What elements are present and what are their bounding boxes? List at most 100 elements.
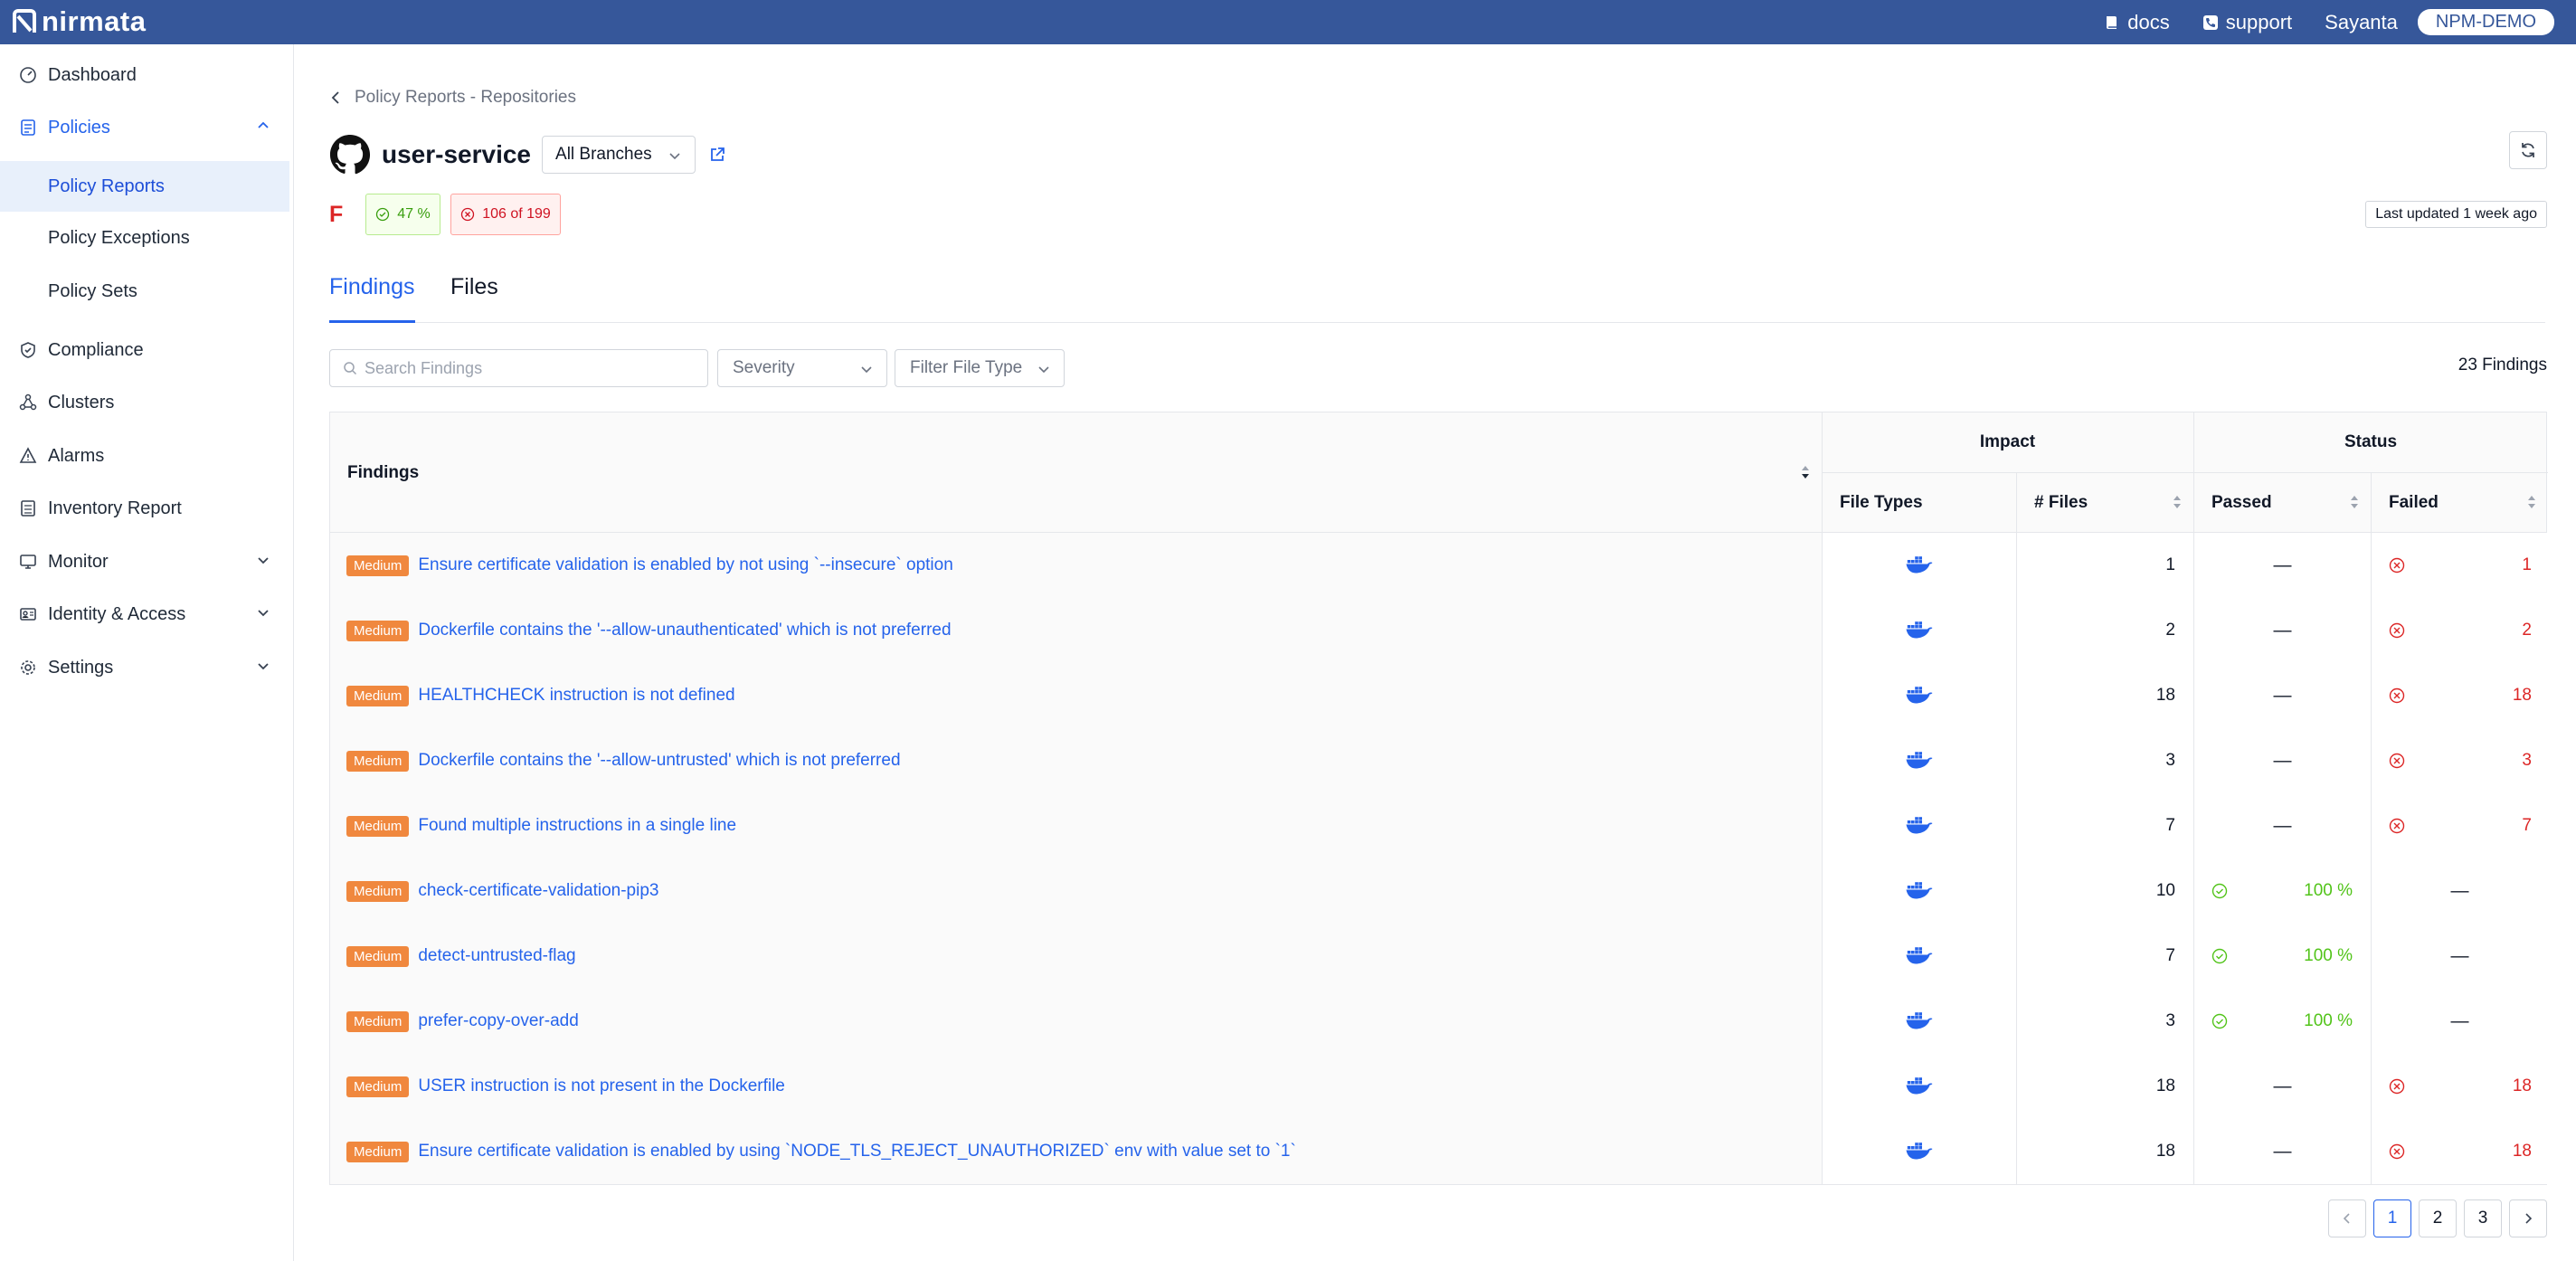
num-files-cell: 3 xyxy=(2017,989,2193,1054)
identity-icon xyxy=(18,604,38,624)
org-selector[interactable]: NPM-DEMO xyxy=(2417,9,2554,35)
sort-icon[interactable] xyxy=(1800,463,1811,481)
nirmata-logo[interactable]: nirmata xyxy=(11,4,146,40)
file-type-select-label: Filter File Type xyxy=(910,358,1023,377)
table-row: Medium Found multiple instructions in a s… xyxy=(330,793,2548,858)
header-findings[interactable]: Findings xyxy=(347,412,419,533)
search-findings-box[interactable] xyxy=(329,349,708,387)
sidebar-item-label: Settings xyxy=(48,657,114,678)
num-files-cell: 18 xyxy=(2017,1054,2193,1119)
file-types-cell xyxy=(1823,858,2016,924)
breadcrumb[interactable]: Policy Reports - Repositories xyxy=(329,88,576,108)
table-row: Medium HEALTHCHECK instruction is not def… xyxy=(330,663,2548,728)
dashboard-icon xyxy=(18,65,38,85)
repo-header: user-service All Branches xyxy=(329,129,726,180)
sidebar-item-label: Policy Reports xyxy=(48,175,165,196)
severity-select[interactable]: Severity xyxy=(717,349,887,387)
finding-cell: Medium USER instruction is not present in… xyxy=(330,1054,1822,1119)
finding-link[interactable]: Dockerfile contains the '--allow-unauthe… xyxy=(418,621,951,640)
finding-link[interactable]: USER instruction is not present in the D… xyxy=(418,1076,785,1096)
page-2-button[interactable]: 2 xyxy=(2419,1199,2457,1237)
sidebar-item-dashboard[interactable]: Dashboard xyxy=(0,50,294,100)
top-bar: nirmata docs support Sayanta NPM-DEMO xyxy=(0,0,2576,44)
passed-value: 100 % xyxy=(2304,881,2353,900)
sidebar-item-settings[interactable]: Settings xyxy=(0,642,294,693)
sort-icon[interactable] xyxy=(2172,493,2183,511)
severity-badge: Medium xyxy=(346,750,410,772)
check-circle-icon xyxy=(376,207,390,222)
severity-badge: Medium xyxy=(346,1141,410,1162)
chevron-down-icon xyxy=(861,366,872,374)
header-failed[interactable]: Failed xyxy=(2389,472,2439,533)
sidebar-item-inventory-report[interactable]: Inventory Report xyxy=(0,483,294,534)
finding-link[interactable]: Ensure certificate validation is enabled… xyxy=(418,1142,1295,1161)
header-num-files[interactable]: # Files xyxy=(2034,472,2088,533)
finding-link[interactable]: Dockerfile contains the '--allow-untrust… xyxy=(418,751,900,771)
close-circle-icon xyxy=(2389,622,2405,639)
docker-icon xyxy=(1906,752,1933,769)
header-status: Status xyxy=(2344,432,2398,451)
failed-cell: 18 xyxy=(2372,1054,2548,1119)
failed-cell: 18 xyxy=(2372,1119,2548,1184)
check-circle-icon xyxy=(2211,948,2228,964)
tab-files[interactable]: Files xyxy=(450,260,498,323)
sidebar-item-compliance[interactable]: Compliance xyxy=(0,325,294,375)
findings-count: 23 Findings xyxy=(2458,356,2547,375)
header-passed[interactable]: Passed xyxy=(2211,472,2272,533)
page-1-button[interactable]: 1 xyxy=(2373,1199,2411,1237)
branch-select[interactable]: All Branches xyxy=(542,136,696,174)
finding-link[interactable]: detect-untrusted-flag xyxy=(418,946,575,966)
failed-value: 18 xyxy=(2512,686,2532,705)
sidebar-item-policies[interactable]: Policies xyxy=(0,102,294,153)
tab-findings[interactable]: Findings xyxy=(329,260,415,323)
fail-summary-value: 106 of 199 xyxy=(482,206,551,222)
num-files-cell: 7 xyxy=(2017,924,2193,989)
close-circle-icon xyxy=(2389,557,2405,574)
passed-cell: — xyxy=(2194,533,2371,598)
failed-value: 2 xyxy=(2522,621,2532,640)
sidebar-item-label: Identity & Access xyxy=(48,603,186,624)
severity-select-label: Severity xyxy=(733,358,795,377)
repo-title: user-service xyxy=(382,140,532,168)
pass-percent-value: 47 % xyxy=(397,206,431,222)
nirmata-logo-icon xyxy=(13,9,36,33)
docs-link[interactable]: docs xyxy=(2104,11,2170,34)
finding-link[interactable]: Found multiple instructions in a single … xyxy=(418,816,736,836)
sidebar-item-alarms[interactable]: Alarms xyxy=(0,431,294,481)
sidebar-item-policy-sets[interactable]: Policy Sets xyxy=(0,266,289,317)
sort-icon[interactable] xyxy=(2349,493,2360,511)
next-page-button[interactable] xyxy=(2509,1199,2547,1237)
finding-link[interactable]: prefer-copy-over-add xyxy=(418,1011,578,1031)
sort-icon[interactable] xyxy=(2526,493,2537,511)
brand-name: nirmata xyxy=(42,5,147,37)
severity-badge: Medium xyxy=(346,555,410,576)
sidebar-item-policy-reports[interactable]: Policy Reports xyxy=(0,161,289,212)
finding-link[interactable]: HEALTHCHECK instruction is not defined xyxy=(418,686,734,706)
search-findings-input[interactable] xyxy=(365,358,690,378)
page-3-button[interactable]: 3 xyxy=(2464,1199,2502,1237)
prev-page-button[interactable] xyxy=(2328,1199,2366,1237)
severity-badge: Medium xyxy=(346,815,410,837)
chevron-down-icon xyxy=(258,557,269,564)
support-link[interactable]: support xyxy=(2202,11,2292,34)
user-name[interactable]: Sayanta xyxy=(2325,11,2398,34)
failed-cell: — xyxy=(2372,924,2548,989)
external-link-icon[interactable] xyxy=(708,146,726,164)
sidebar-item-policy-exceptions[interactable]: Policy Exceptions xyxy=(0,213,289,263)
finding-link[interactable]: check-certificate-validation-pip3 xyxy=(418,881,658,901)
sidebar-item-label: Clusters xyxy=(48,392,115,412)
failed-cell: 2 xyxy=(2372,598,2548,663)
refresh-button[interactable] xyxy=(2509,131,2547,169)
github-icon xyxy=(329,134,371,175)
close-circle-icon xyxy=(2389,1078,2405,1095)
sidebar-item-identity-access[interactable]: Identity & Access xyxy=(0,589,294,640)
table-row: Medium check-certificate-validation-pip3 1… xyxy=(330,858,2548,924)
sidebar-item-label: Monitor xyxy=(48,551,109,572)
passed-cell: — xyxy=(2194,1119,2371,1184)
sidebar-item-clusters[interactable]: Clusters xyxy=(0,377,294,428)
file-type-select[interactable]: Filter File Type xyxy=(895,349,1065,387)
main-content: Policy Reports - Repositories user-servi… xyxy=(295,44,2576,1261)
check-circle-icon xyxy=(2211,1013,2228,1029)
finding-link[interactable]: Ensure certificate validation is enabled… xyxy=(418,555,952,575)
sidebar-item-monitor[interactable]: Monitor xyxy=(0,536,294,587)
